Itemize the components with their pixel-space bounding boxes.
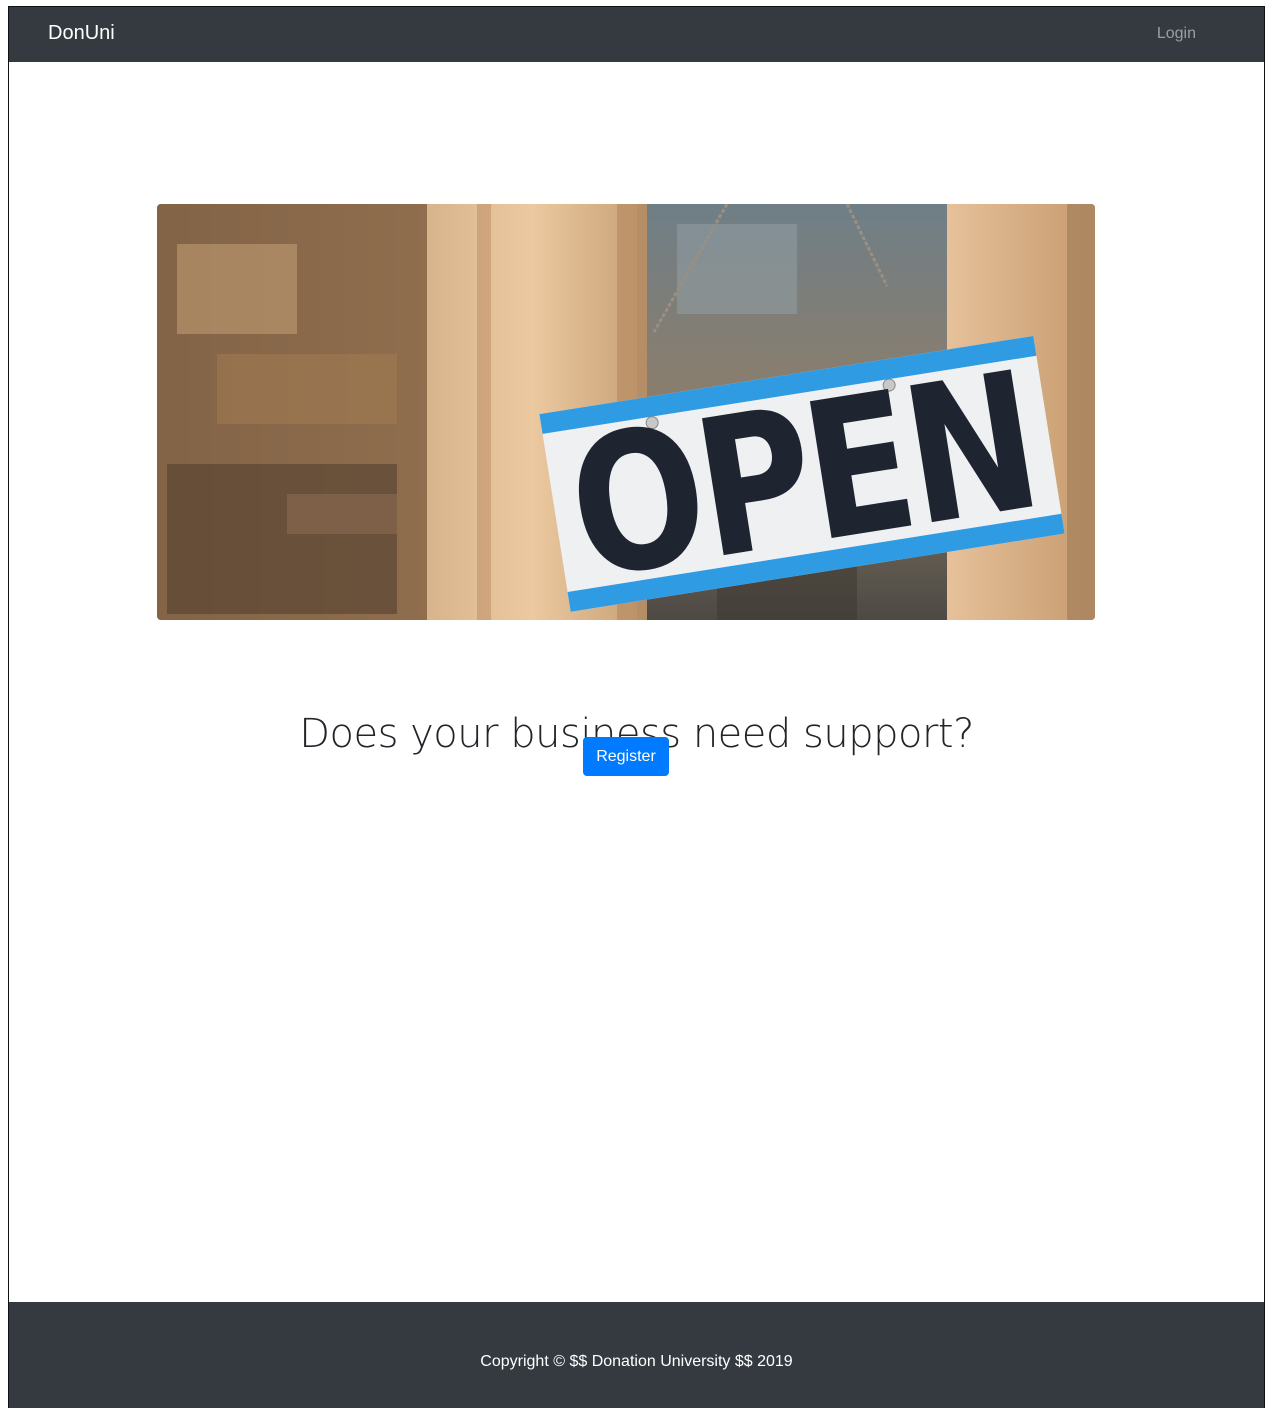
top-navbar: DonUni Login: [9, 7, 1264, 62]
page-footer: Copyright © $$ Donation University $$ 20…: [9, 1302, 1264, 1408]
login-link[interactable]: Login: [1157, 24, 1196, 44]
page-frame: DonUni Login OPEN Does your business nee…: [8, 6, 1265, 1408]
register-button[interactable]: Register: [583, 737, 669, 776]
hero-image: OPEN: [157, 204, 1095, 620]
open-sign-photo: OPEN: [157, 204, 1095, 620]
copyright-text: Copyright © $$ Donation University $$ 20…: [480, 1353, 793, 1370]
brand-logo-link[interactable]: DonUni: [48, 21, 115, 45]
